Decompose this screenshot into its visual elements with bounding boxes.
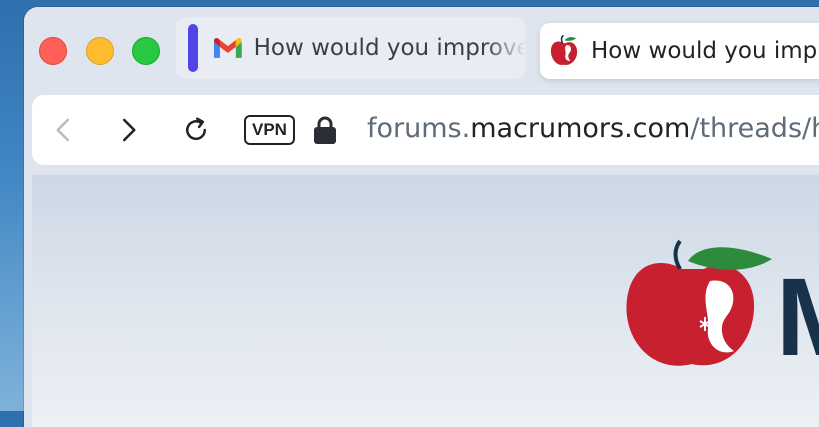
forward-button[interactable] — [110, 112, 146, 148]
macrumors-apple-icon — [550, 34, 578, 65]
back-button[interactable] — [46, 112, 82, 148]
lock-icon[interactable] — [312, 115, 338, 145]
logo-wordmark[interactable]: M — [776, 263, 819, 373]
title-bar: How would you improve How would you impr… — [24, 7, 819, 95]
chevron-right-icon — [123, 118, 136, 142]
url-path: /threads/ho — [690, 113, 819, 144]
minimize-window-button[interactable] — [86, 37, 114, 65]
url-domain: macrumors.com — [470, 113, 691, 144]
gmail-icon — [213, 38, 242, 58]
address-bar[interactable]: forums.macrumors.com/threads/ho — [367, 113, 819, 144]
macrumors-logo-icon[interactable] — [622, 239, 772, 369]
tab-title: How would you improve — [591, 38, 819, 64]
chevron-left-icon — [56, 118, 69, 142]
tab-title: How would you improve — [253, 35, 526, 61]
browser-toolbar: VPN forums.macrumors.com/threads/ho — [32, 95, 819, 165]
vpn-badge[interactable]: VPN — [244, 115, 295, 145]
tab-macrumors[interactable]: How would you improve — [540, 23, 819, 79]
page-content: M — [32, 175, 819, 427]
browser-window: How would you improve How would you impr… — [24, 7, 819, 427]
close-window-button[interactable] — [39, 37, 67, 65]
tab-group-indicator — [188, 24, 198, 72]
tab-gmail[interactable]: How would you improve — [176, 17, 526, 79]
url-subdomain: forums. — [367, 113, 471, 144]
reload-icon — [186, 117, 207, 141]
zoom-window-button[interactable] — [132, 37, 160, 65]
reload-button[interactable] — [178, 112, 214, 148]
